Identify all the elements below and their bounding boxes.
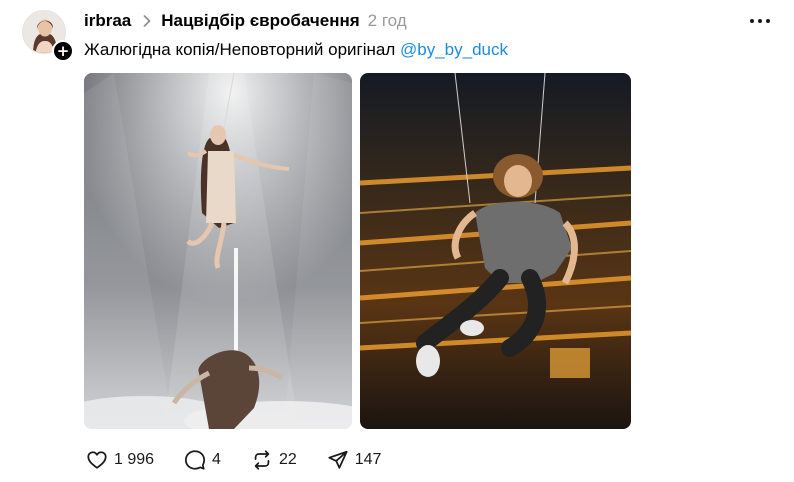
author-username[interactable]: irbraa xyxy=(84,11,131,31)
post-image-2[interactable] xyxy=(360,73,631,429)
like-button[interactable]: 1 996 xyxy=(86,449,154,471)
community-link[interactable]: Нацвідбір євробачення xyxy=(161,11,359,31)
paper-plane-icon xyxy=(328,450,348,469)
repost-count: 22 xyxy=(278,451,297,468)
post-header: irbraa Нацвідбір євробачення 2 год xyxy=(84,10,407,32)
photo-singer-suspended-stage xyxy=(84,73,352,429)
heart-icon xyxy=(87,451,107,469)
chevron-right-icon xyxy=(143,15,151,27)
photo-curly-man-suspended-orange-stage xyxy=(360,73,631,429)
follow-plus-button[interactable]: + xyxy=(52,40,74,62)
repost-arrows-icon xyxy=(254,450,270,470)
speech-bubble-icon xyxy=(185,450,206,470)
ellipsis-icon[interactable] xyxy=(750,10,770,32)
comment-button[interactable]: 4 xyxy=(184,449,221,471)
share-count: 147 xyxy=(354,451,382,468)
avatar-container[interactable]: + xyxy=(22,10,74,62)
like-count: 1 996 xyxy=(114,451,155,468)
post-actions: 1 996 4 22 147 xyxy=(86,447,411,473)
post-caption: Жалюгідна копія/Неповторний оригінал @by… xyxy=(84,40,508,60)
post-timestamp: 2 год xyxy=(367,11,407,30)
share-button[interactable]: 147 xyxy=(327,449,382,471)
post-image-1[interactable] xyxy=(84,73,352,429)
comment-count: 4 xyxy=(212,451,221,468)
caption-text: Жалюгідна копія/Неповторний оригінал xyxy=(84,40,400,59)
mention-link[interactable]: @by_by_duck xyxy=(400,40,508,59)
repost-button[interactable]: 22 xyxy=(251,449,297,471)
